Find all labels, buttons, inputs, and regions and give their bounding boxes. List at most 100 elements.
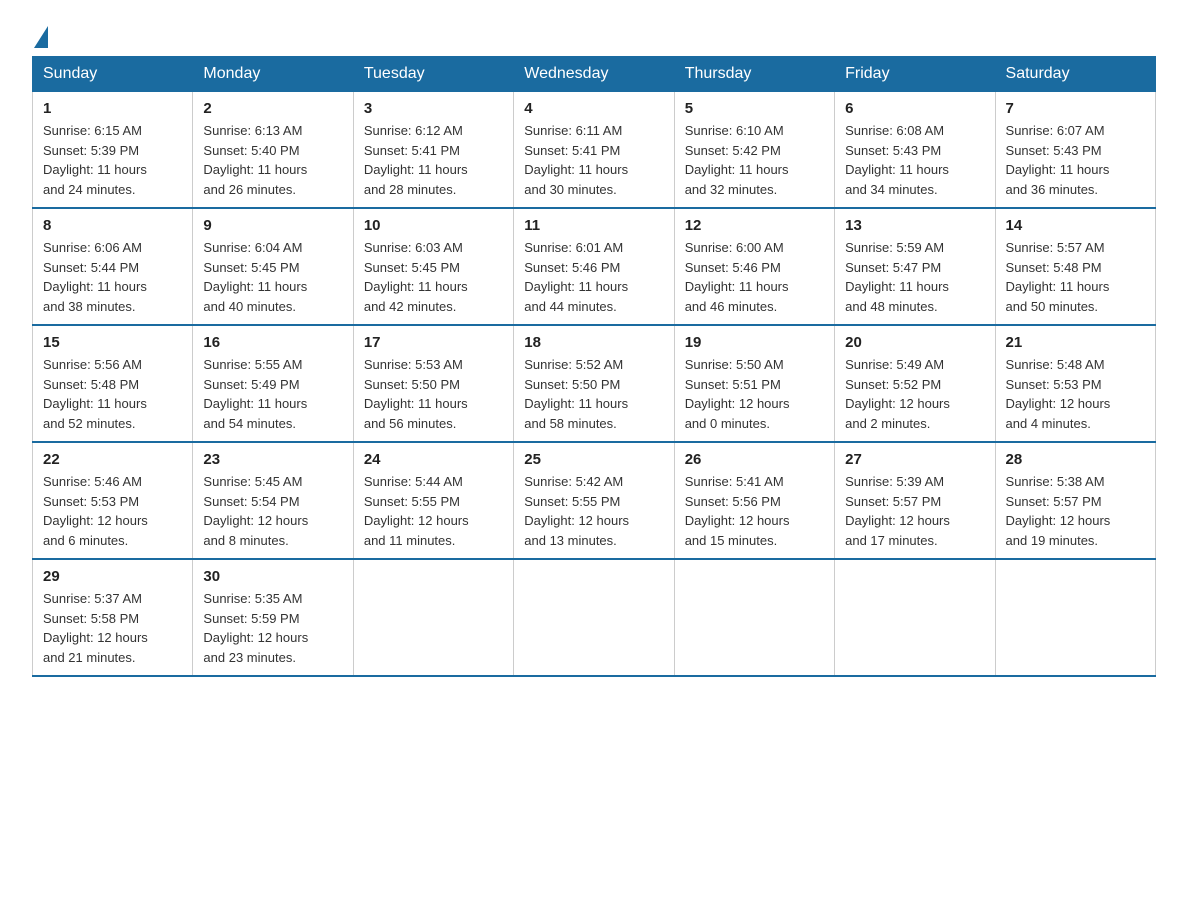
- calendar-cell: 22 Sunrise: 5:46 AMSunset: 5:53 PMDaylig…: [33, 442, 193, 559]
- day-number: 12: [685, 217, 824, 234]
- day-number: 13: [845, 217, 984, 234]
- day-detail: Sunrise: 6:10 AMSunset: 5:42 PMDaylight:…: [685, 121, 824, 199]
- header-monday: Monday: [193, 57, 353, 92]
- day-number: 24: [364, 451, 503, 468]
- day-number: 21: [1006, 334, 1145, 351]
- day-number: 29: [43, 568, 182, 585]
- day-number: 11: [524, 217, 663, 234]
- page-header: [32, 24, 1156, 44]
- day-detail: Sunrise: 6:04 AMSunset: 5:45 PMDaylight:…: [203, 238, 342, 316]
- day-detail: Sunrise: 5:38 AMSunset: 5:57 PMDaylight:…: [1006, 472, 1145, 550]
- header-sunday: Sunday: [33, 57, 193, 92]
- calendar-cell: 4 Sunrise: 6:11 AMSunset: 5:41 PMDayligh…: [514, 92, 674, 209]
- day-number: 3: [364, 100, 503, 117]
- day-number: 1: [43, 100, 182, 117]
- calendar-week-row: 29 Sunrise: 5:37 AMSunset: 5:58 PMDaylig…: [33, 559, 1156, 676]
- calendar-week-row: 15 Sunrise: 5:56 AMSunset: 5:48 PMDaylig…: [33, 325, 1156, 442]
- day-detail: Sunrise: 6:12 AMSunset: 5:41 PMDaylight:…: [364, 121, 503, 199]
- calendar-cell: [995, 559, 1155, 676]
- day-number: 23: [203, 451, 342, 468]
- day-number: 25: [524, 451, 663, 468]
- calendar-cell: 21 Sunrise: 5:48 AMSunset: 5:53 PMDaylig…: [995, 325, 1155, 442]
- calendar-cell: 27 Sunrise: 5:39 AMSunset: 5:57 PMDaylig…: [835, 442, 995, 559]
- day-number: 28: [1006, 451, 1145, 468]
- day-detail: Sunrise: 5:52 AMSunset: 5:50 PMDaylight:…: [524, 355, 663, 433]
- calendar-cell: 10 Sunrise: 6:03 AMSunset: 5:45 PMDaylig…: [353, 208, 513, 325]
- calendar-cell: 13 Sunrise: 5:59 AMSunset: 5:47 PMDaylig…: [835, 208, 995, 325]
- day-number: 16: [203, 334, 342, 351]
- day-number: 27: [845, 451, 984, 468]
- day-detail: Sunrise: 6:07 AMSunset: 5:43 PMDaylight:…: [1006, 121, 1145, 199]
- day-detail: Sunrise: 6:11 AMSunset: 5:41 PMDaylight:…: [524, 121, 663, 199]
- day-detail: Sunrise: 5:48 AMSunset: 5:53 PMDaylight:…: [1006, 355, 1145, 433]
- calendar-cell: 11 Sunrise: 6:01 AMSunset: 5:46 PMDaylig…: [514, 208, 674, 325]
- day-number: 15: [43, 334, 182, 351]
- day-number: 10: [364, 217, 503, 234]
- day-number: 14: [1006, 217, 1145, 234]
- calendar-week-row: 1 Sunrise: 6:15 AMSunset: 5:39 PMDayligh…: [33, 92, 1156, 209]
- day-number: 19: [685, 334, 824, 351]
- calendar-cell: 17 Sunrise: 5:53 AMSunset: 5:50 PMDaylig…: [353, 325, 513, 442]
- calendar-cell: 12 Sunrise: 6:00 AMSunset: 5:46 PMDaylig…: [674, 208, 834, 325]
- header-wednesday: Wednesday: [514, 57, 674, 92]
- header-thursday: Thursday: [674, 57, 834, 92]
- calendar-cell: 23 Sunrise: 5:45 AMSunset: 5:54 PMDaylig…: [193, 442, 353, 559]
- day-detail: Sunrise: 5:44 AMSunset: 5:55 PMDaylight:…: [364, 472, 503, 550]
- day-number: 30: [203, 568, 342, 585]
- day-number: 2: [203, 100, 342, 117]
- calendar-cell: 25 Sunrise: 5:42 AMSunset: 5:55 PMDaylig…: [514, 442, 674, 559]
- day-number: 7: [1006, 100, 1145, 117]
- day-detail: Sunrise: 6:03 AMSunset: 5:45 PMDaylight:…: [364, 238, 503, 316]
- day-detail: Sunrise: 5:37 AMSunset: 5:58 PMDaylight:…: [43, 589, 182, 667]
- calendar-cell: 2 Sunrise: 6:13 AMSunset: 5:40 PMDayligh…: [193, 92, 353, 209]
- day-detail: Sunrise: 6:13 AMSunset: 5:40 PMDaylight:…: [203, 121, 342, 199]
- day-number: 4: [524, 100, 663, 117]
- day-detail: Sunrise: 6:06 AMSunset: 5:44 PMDaylight:…: [43, 238, 182, 316]
- calendar-week-row: 22 Sunrise: 5:46 AMSunset: 5:53 PMDaylig…: [33, 442, 1156, 559]
- calendar-cell: 29 Sunrise: 5:37 AMSunset: 5:58 PMDaylig…: [33, 559, 193, 676]
- day-number: 5: [685, 100, 824, 117]
- day-detail: Sunrise: 6:00 AMSunset: 5:46 PMDaylight:…: [685, 238, 824, 316]
- day-number: 6: [845, 100, 984, 117]
- day-detail: Sunrise: 5:46 AMSunset: 5:53 PMDaylight:…: [43, 472, 182, 550]
- calendar-cell: 14 Sunrise: 5:57 AMSunset: 5:48 PMDaylig…: [995, 208, 1155, 325]
- day-detail: Sunrise: 5:39 AMSunset: 5:57 PMDaylight:…: [845, 472, 984, 550]
- day-number: 18: [524, 334, 663, 351]
- day-detail: Sunrise: 5:50 AMSunset: 5:51 PMDaylight:…: [685, 355, 824, 433]
- calendar-cell: 6 Sunrise: 6:08 AMSunset: 5:43 PMDayligh…: [835, 92, 995, 209]
- calendar-cell: 16 Sunrise: 5:55 AMSunset: 5:49 PMDaylig…: [193, 325, 353, 442]
- day-number: 9: [203, 217, 342, 234]
- day-detail: Sunrise: 5:45 AMSunset: 5:54 PMDaylight:…: [203, 472, 342, 550]
- calendar-cell: 15 Sunrise: 5:56 AMSunset: 5:48 PMDaylig…: [33, 325, 193, 442]
- calendar-table: SundayMondayTuesdayWednesdayThursdayFrid…: [32, 56, 1156, 677]
- day-detail: Sunrise: 5:56 AMSunset: 5:48 PMDaylight:…: [43, 355, 182, 433]
- calendar-week-row: 8 Sunrise: 6:06 AMSunset: 5:44 PMDayligh…: [33, 208, 1156, 325]
- calendar-cell: 5 Sunrise: 6:10 AMSunset: 5:42 PMDayligh…: [674, 92, 834, 209]
- calendar-cell: 19 Sunrise: 5:50 AMSunset: 5:51 PMDaylig…: [674, 325, 834, 442]
- logo: [32, 24, 48, 44]
- calendar-cell: 7 Sunrise: 6:07 AMSunset: 5:43 PMDayligh…: [995, 92, 1155, 209]
- day-number: 26: [685, 451, 824, 468]
- calendar-cell: [353, 559, 513, 676]
- header-tuesday: Tuesday: [353, 57, 513, 92]
- day-number: 8: [43, 217, 182, 234]
- day-detail: Sunrise: 5:53 AMSunset: 5:50 PMDaylight:…: [364, 355, 503, 433]
- day-number: 17: [364, 334, 503, 351]
- day-detail: Sunrise: 5:49 AMSunset: 5:52 PMDaylight:…: [845, 355, 984, 433]
- header-saturday: Saturday: [995, 57, 1155, 92]
- calendar-cell: 30 Sunrise: 5:35 AMSunset: 5:59 PMDaylig…: [193, 559, 353, 676]
- calendar-cell: 3 Sunrise: 6:12 AMSunset: 5:41 PMDayligh…: [353, 92, 513, 209]
- calendar-cell: 24 Sunrise: 5:44 AMSunset: 5:55 PMDaylig…: [353, 442, 513, 559]
- day-number: 20: [845, 334, 984, 351]
- day-detail: Sunrise: 5:59 AMSunset: 5:47 PMDaylight:…: [845, 238, 984, 316]
- day-detail: Sunrise: 5:42 AMSunset: 5:55 PMDaylight:…: [524, 472, 663, 550]
- calendar-cell: [835, 559, 995, 676]
- day-detail: Sunrise: 5:57 AMSunset: 5:48 PMDaylight:…: [1006, 238, 1145, 316]
- calendar-cell: 18 Sunrise: 5:52 AMSunset: 5:50 PMDaylig…: [514, 325, 674, 442]
- day-detail: Sunrise: 6:15 AMSunset: 5:39 PMDaylight:…: [43, 121, 182, 199]
- logo-triangle-icon: [34, 26, 48, 48]
- day-detail: Sunrise: 6:01 AMSunset: 5:46 PMDaylight:…: [524, 238, 663, 316]
- day-detail: Sunrise: 5:41 AMSunset: 5:56 PMDaylight:…: [685, 472, 824, 550]
- day-detail: Sunrise: 6:08 AMSunset: 5:43 PMDaylight:…: [845, 121, 984, 199]
- calendar-cell: [674, 559, 834, 676]
